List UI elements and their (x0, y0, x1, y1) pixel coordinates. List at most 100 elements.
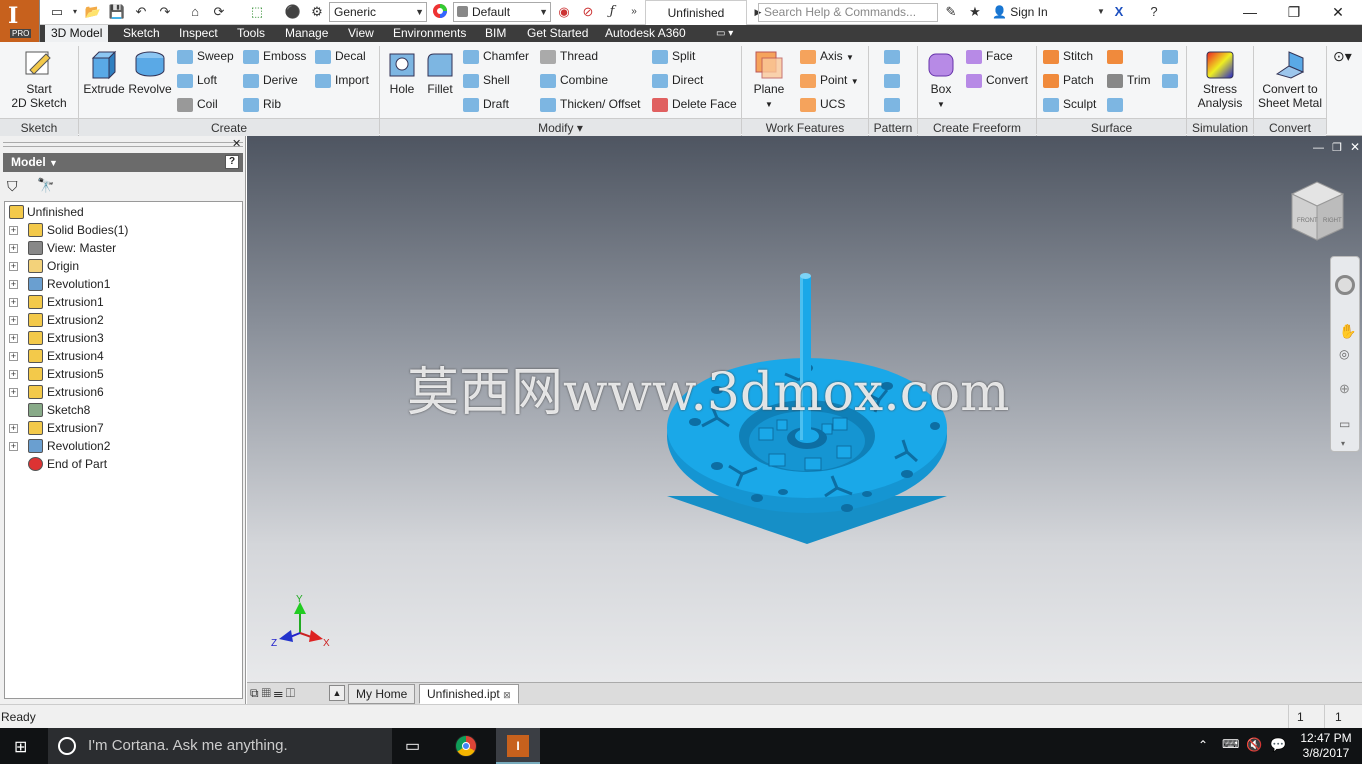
sign-in-dropdown-icon[interactable]: ▼ (1092, 3, 1110, 21)
settings-icon[interactable]: ⚙ (308, 3, 326, 21)
coil-button[interactable]: Coil (177, 95, 218, 113)
decal-button[interactable]: Decal (315, 47, 366, 65)
plane-button[interactable]: Plane ▼ (748, 48, 790, 112)
network-icon[interactable]: ⌨ (1222, 737, 1239, 751)
viewport-close-icon[interactable]: ✕ (1350, 140, 1360, 154)
expand-icon[interactable]: + (9, 388, 18, 397)
combine-button[interactable]: Combine (540, 71, 608, 89)
filter-icon[interactable]: ⛉ (7, 178, 18, 195)
tree-node[interactable]: + Extrusion7 (5, 419, 241, 437)
redo-icon[interactable]: ↷ (156, 3, 174, 21)
tree-node[interactable]: + Origin (5, 257, 241, 275)
split-button[interactable]: Split (652, 47, 695, 65)
help-icon[interactable]: ? (225, 155, 239, 169)
box-button[interactable]: Box ▼ (920, 48, 962, 112)
adjust-icon[interactable]: ◉ (555, 3, 573, 21)
expand-icon[interactable]: + (9, 262, 18, 271)
rib-button[interactable]: Rib (243, 95, 281, 113)
search-input[interactable]: Search Help & Commands... (758, 3, 938, 22)
thicken-offset-button[interactable]: Thicken/ Offset (540, 95, 640, 113)
task-view-icon[interactable]: ▭ (405, 736, 420, 756)
tree-node[interactable]: + Extrusion6 (5, 383, 241, 401)
emboss-button[interactable]: Emboss (243, 47, 306, 65)
tree-node[interactable]: Unfinished (5, 203, 241, 221)
arrange-windows-icon[interactable]: ⧉▦☰◫ (250, 686, 298, 701)
modify-panel-title[interactable]: Modify ▾ (380, 118, 741, 136)
ribbon-customize-icon[interactable]: ⊙▾ (1333, 47, 1352, 65)
tab-autodesk-a360[interactable]: Autodesk A360 (599, 25, 692, 42)
windows-start-icon[interactable]: ⊞ (14, 737, 27, 757)
axis-button[interactable]: Axis ▼ (800, 47, 854, 65)
delete-face-button[interactable]: Delete Face (652, 95, 737, 113)
shell-button[interactable]: Shell (463, 71, 510, 89)
ribbon-options-icon[interactable]: ▭ ▾ (710, 25, 739, 42)
viewport-restore-icon[interactable]: ❐ (1332, 141, 1342, 154)
home-icon[interactable]: ⌂ (186, 3, 204, 21)
favorites-icon[interactable]: ★ (966, 3, 984, 21)
extrude-button[interactable]: Extrude (82, 48, 126, 96)
expand-icon[interactable]: + (9, 280, 18, 289)
trim-button[interactable]: Trim (1107, 71, 1151, 89)
tab-view[interactable]: View (342, 25, 380, 42)
orbit-icon[interactable]: ⊕ (1339, 381, 1350, 397)
tree-node[interactable]: + Revolution2 (5, 437, 241, 455)
tree-node[interactable]: + Extrusion4 (5, 347, 241, 365)
parameters-icon[interactable]: ƒ (603, 3, 621, 21)
restore-icon[interactable]: ❐ (1272, 0, 1316, 25)
tab-unfinished-ipt[interactable]: Unfinished.ipt ⊠ (419, 684, 519, 704)
face-button[interactable]: Face (966, 47, 1013, 65)
tab-tools[interactable]: Tools (231, 25, 271, 42)
subscription-icon[interactable]: ✎ (942, 3, 960, 21)
model-header[interactable]: Model ▼ (3, 153, 243, 172)
minimize-icon[interactable]: — (1228, 0, 1272, 25)
volume-icon[interactable]: 🔇 (1246, 737, 1262, 753)
look-at-icon[interactable]: ▭ (1339, 417, 1350, 431)
fillet-button[interactable]: Fillet (421, 48, 459, 96)
tab-3d-model[interactable]: 3D Model (45, 25, 109, 42)
expand-icon[interactable]: + (9, 442, 18, 451)
mirror-button[interactable] (884, 95, 904, 113)
clear-icon[interactable]: ⊘ (579, 3, 597, 21)
circular-pattern-button[interactable] (884, 71, 904, 89)
tree-node[interactable]: + Extrusion5 (5, 365, 241, 383)
ruled-surface-button[interactable] (1162, 47, 1182, 65)
tab-inspect[interactable]: Inspect (173, 25, 224, 42)
expand-icon[interactable]: + (9, 352, 18, 361)
sign-in-button[interactable]: 👤 Sign In (992, 3, 1048, 21)
color-wheel-icon[interactable] (431, 3, 449, 21)
expand-icon[interactable]: + (9, 424, 18, 433)
application-menu-button[interactable]: I PRO (0, 0, 40, 42)
steering-wheel-icon[interactable] (1335, 275, 1355, 295)
revolve-button[interactable]: Revolve (127, 48, 173, 96)
thread-button[interactable]: Thread (540, 47, 598, 65)
undo-icon[interactable]: ↶ (132, 3, 150, 21)
extend-surface-button[interactable] (1107, 47, 1127, 65)
open-icon[interactable]: 📂 (84, 3, 102, 21)
close-icon[interactable]: ✕ (232, 137, 241, 150)
zoom-icon[interactable]: ◎ (1339, 347, 1349, 361)
expand-icon[interactable]: + (9, 226, 18, 235)
stitch-button[interactable]: Stitch (1043, 47, 1093, 65)
update-icon[interactable]: ⟳ (210, 3, 228, 21)
expand-icon[interactable]: + (9, 334, 18, 343)
ucs-button[interactable]: UCS (800, 95, 845, 113)
tab-sketch[interactable]: Sketch (117, 25, 166, 42)
expand-icon[interactable]: + (9, 316, 18, 325)
save-icon[interactable]: 💾 (108, 3, 126, 21)
derive-button[interactable]: Derive (243, 71, 298, 89)
boundary-patch-button[interactable] (1162, 71, 1182, 89)
select-icon[interactable]: ⬚ (248, 3, 266, 21)
graphics-viewport[interactable]: Y X Z FRONT RIGHT 莫西网www.3dmox.com — ❐ ✕… (247, 136, 1362, 682)
viewcube[interactable]: FRONT RIGHT (1290, 181, 1345, 241)
tree-node[interactable]: Sketch8 (5, 401, 241, 419)
clock[interactable]: 12:47 PM 3/8/2017 (1300, 731, 1352, 761)
appearance-select[interactable]: Default ▼ (453, 2, 551, 22)
tab-menu-icon[interactable]: ▲ (329, 685, 345, 701)
sweep-button[interactable]: Sweep (177, 47, 234, 65)
measure-icon[interactable]: ⚫ (284, 3, 302, 21)
more-icon[interactable]: » (625, 3, 643, 21)
expand-icon[interactable]: + (9, 370, 18, 379)
tab-bim[interactable]: BIM (479, 25, 512, 42)
new-icon[interactable]: ▭ (48, 3, 66, 21)
rectangular-pattern-button[interactable] (884, 47, 904, 65)
